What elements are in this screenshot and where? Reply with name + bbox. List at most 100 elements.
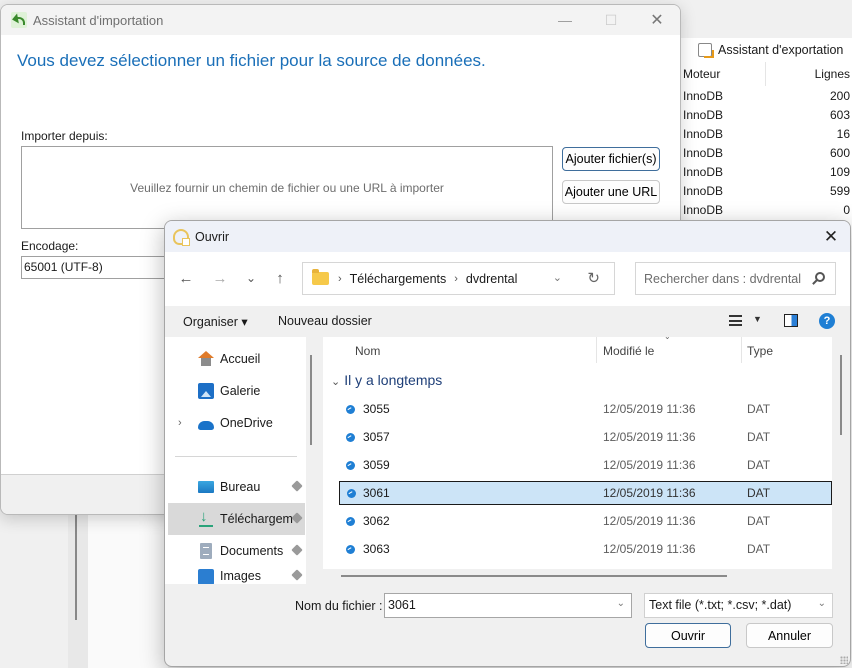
preview-pane-icon[interactable] xyxy=(784,314,798,327)
open-file-dialog: Ouvrir ✕ ← → ⌄ ↑ › Téléchargements › dvd… xyxy=(164,220,851,667)
export-icon xyxy=(698,43,714,58)
address-bar[interactable]: › Téléchargements › dvdrental ⌄ ↻ xyxy=(302,262,615,295)
table-row[interactable]: InnoDB 599 xyxy=(680,181,852,200)
home-icon xyxy=(198,351,214,367)
up-button[interactable]: ↑ xyxy=(268,266,292,290)
column-divider[interactable] xyxy=(741,337,742,363)
breadcrumb-downloads[interactable]: Téléchargements xyxy=(350,272,447,286)
search-icon[interactable] xyxy=(815,272,825,282)
file-list-horizontal-scrollbar[interactable] xyxy=(323,569,832,584)
forward-button[interactable]: → xyxy=(208,266,232,290)
resize-grip-icon[interactable] xyxy=(840,656,848,664)
file-name: 3057 xyxy=(363,430,390,444)
filename-input[interactable]: 3061 ⌄ xyxy=(384,593,632,618)
cancel-button[interactable]: Annuler xyxy=(746,623,833,648)
view-options-dropdown[interactable]: ▼ xyxy=(753,314,762,324)
group-header[interactable]: ⌄ Il y a longtemps xyxy=(331,372,442,388)
file-row[interactable]: 3057 12/05/2019 11:36 DAT xyxy=(323,425,832,449)
recent-locations-button[interactable]: ⌄ xyxy=(239,266,263,290)
table-row[interactable]: InnoDB 603 xyxy=(680,105,852,124)
file-list-vertical-scrollbar[interactable] xyxy=(832,337,850,570)
breadcrumb-separator: › xyxy=(454,272,458,285)
close-button[interactable]: ✕ xyxy=(816,223,846,250)
organize-menu[interactable]: Organiser ▾ xyxy=(183,314,248,329)
add-url-button[interactable]: Ajouter une URL xyxy=(562,180,660,204)
column-header-modified[interactable]: Modifié le xyxy=(603,344,654,358)
group-label: Il y a longtemps xyxy=(344,372,443,388)
file-type: DAT xyxy=(747,402,771,416)
address-history-chevron-icon[interactable]: ⌄ xyxy=(553,271,562,284)
file-list-header: Nom ⌄ Modifié le Type xyxy=(323,332,832,365)
images-icon xyxy=(198,569,214,584)
table-row[interactable]: InnoDB 200 xyxy=(680,86,852,105)
minimize-button[interactable]: — xyxy=(542,5,588,35)
expand-chevron-icon[interactable]: › xyxy=(178,417,182,429)
dat-file-icon xyxy=(347,488,356,498)
file-row-selected[interactable]: 3061 12/05/2019 11:36 DAT xyxy=(339,481,832,505)
sidebar-item-documents[interactable]: Documents xyxy=(168,535,305,567)
maximize-button[interactable]: ☐ xyxy=(588,5,634,35)
sort-indicator-icon: ⌄ xyxy=(664,332,671,341)
import-wizard-titlebar[interactable]: Assistant d'importation — ☐ ✕ xyxy=(1,5,680,35)
table-row[interactable]: InnoDB 600 xyxy=(680,143,852,162)
export-wizard-button[interactable]: Assistant d'exportation xyxy=(680,38,852,62)
file-modified: 12/05/2019 11:36 xyxy=(603,514,696,528)
table-row[interactable]: InnoDB 0 xyxy=(680,200,852,219)
import-source-list[interactable]: Veuillez fournir un chemin de fichier ou… xyxy=(21,146,553,229)
sidebar-item-desktop[interactable]: Bureau xyxy=(168,471,305,503)
chevron-down-icon[interactable]: ⌄ xyxy=(617,598,625,609)
pin-icon[interactable] xyxy=(291,544,303,556)
dat-file-icon xyxy=(346,544,355,554)
breadcrumb-dvdrental[interactable]: dvdrental xyxy=(466,272,517,286)
sidebar-item-images[interactable]: Images xyxy=(168,567,305,584)
back-button[interactable]: ← xyxy=(174,266,198,290)
pin-icon[interactable] xyxy=(291,569,303,581)
filetype-select[interactable]: Text file (*.txt; *.csv; *.dat) ⌄ xyxy=(644,593,833,618)
encoding-select[interactable]: 65001 (UTF-8) xyxy=(21,256,171,279)
app-icon xyxy=(173,228,190,246)
table-row[interactable]: InnoDB 109 xyxy=(680,162,852,181)
search-input[interactable]: Rechercher dans : dvdrental xyxy=(635,262,836,295)
add-files-button[interactable]: Ajouter fichier(s) xyxy=(562,147,660,171)
refresh-icon[interactable]: ↻ xyxy=(587,269,600,287)
file-row[interactable]: 3063 12/05/2019 11:36 DAT xyxy=(323,537,832,561)
help-icon[interactable]: ? xyxy=(819,313,835,329)
filename-value: 3061 xyxy=(388,598,416,612)
column-divider[interactable] xyxy=(596,337,597,363)
breadcrumb-separator: › xyxy=(338,272,342,285)
view-list-icon[interactable] xyxy=(729,315,742,326)
column-header-name[interactable]: Nom xyxy=(355,344,380,358)
file-name: 3059 xyxy=(363,458,390,472)
file-row[interactable]: 3055 12/05/2019 11:36 DAT xyxy=(323,397,832,421)
open-dialog-titlebar[interactable]: Ouvrir ✕ xyxy=(165,221,850,252)
pin-icon[interactable] xyxy=(291,480,303,492)
sidebar-item-downloads[interactable]: Téléchargem xyxy=(168,503,305,535)
column-header-engine[interactable]: Moteur xyxy=(680,62,766,86)
sidebar-item-gallery[interactable]: Galerie xyxy=(168,375,305,407)
table-row[interactable]: InnoDB 16 xyxy=(680,124,852,143)
sidebar-item-onedrive[interactable]: › OneDrive xyxy=(168,407,305,439)
file-row[interactable]: 3059 12/05/2019 11:36 DAT xyxy=(323,453,832,477)
column-header-rows[interactable]: Lignes xyxy=(766,67,852,81)
sidebar-item-label: Téléchargem xyxy=(220,512,293,526)
background-scrollbar[interactable] xyxy=(68,515,88,668)
navigation-pane: Accueil Galerie › OneDrive Bureau Téléch… xyxy=(165,337,316,584)
close-button[interactable]: ✕ xyxy=(634,5,680,35)
file-row[interactable]: 3062 12/05/2019 11:36 DAT xyxy=(323,509,832,533)
pin-icon[interactable] xyxy=(291,512,303,524)
rows-cell: 600 xyxy=(829,145,850,160)
open-button[interactable]: Ouvrir xyxy=(645,623,731,648)
desktop-icon xyxy=(198,481,214,493)
file-type: DAT xyxy=(747,514,771,528)
sidebar-divider xyxy=(175,456,297,457)
sidebar-item-label: Galerie xyxy=(220,384,261,398)
sidebar-item-home[interactable]: Accueil xyxy=(168,343,305,375)
column-header-type[interactable]: Type xyxy=(747,344,773,358)
engine-cell: InnoDB xyxy=(683,202,724,217)
collapse-chevron-icon: ⌄ xyxy=(331,376,341,388)
sidebar-scrollbar[interactable] xyxy=(306,337,316,584)
file-modified: 12/05/2019 11:36 xyxy=(603,542,696,556)
folder-icon xyxy=(312,269,329,285)
rows-cell: 603 xyxy=(829,107,850,122)
new-folder-button[interactable]: Nouveau dossier xyxy=(278,314,372,328)
